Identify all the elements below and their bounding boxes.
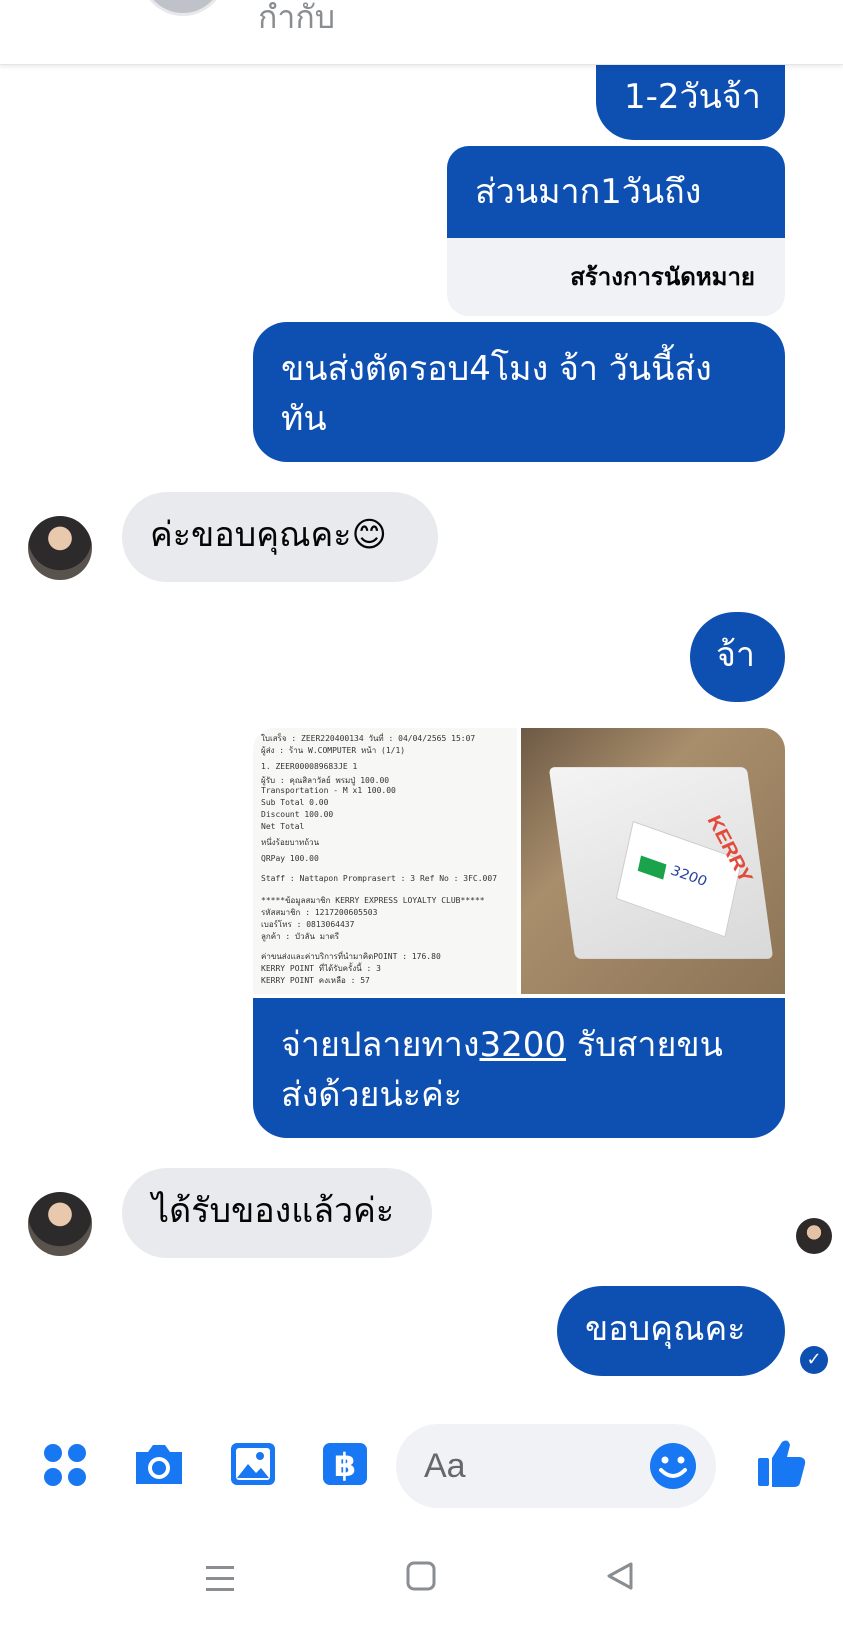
message-text-part: จ่ายปลายทาง — [281, 1025, 480, 1065]
message-text: ขนส่งตัดรอบ4โมง จ้า วันนี้ส่ง — [281, 349, 712, 389]
message-text-part: รับสายขน — [566, 1025, 723, 1065]
message-text: จ่ายปลายทาง3200 รับสายขน — [281, 1020, 757, 1070]
camera-icon[interactable] — [132, 1440, 186, 1488]
message-input-placeholder: Aa — [424, 1447, 466, 1485]
read-receipt-avatar — [796, 1218, 832, 1254]
payment-icon[interactable]: ฿ — [320, 1440, 370, 1488]
message-text: 1-2วันจ้า — [624, 77, 761, 117]
message-text: ส่งด้วยน่ะค่ะ — [281, 1075, 462, 1115]
gallery-icon[interactable] — [228, 1440, 278, 1488]
contact-avatar[interactable] — [28, 516, 92, 580]
message-card: ส่วนมาก1วันถึง สร้างการนัดหมาย — [447, 146, 785, 316]
create-appointment-button[interactable]: สร้างการนัดหมาย — [447, 238, 785, 316]
emoji-icon[interactable] — [648, 1441, 698, 1491]
message-outgoing[interactable]: ขนส่งตัดรอบ4โมง จ้า วันนี้ส่ง ทัน — [253, 322, 785, 462]
svg-text:฿: ฿ — [334, 1446, 356, 1484]
receipt-line: 1. ZEER000089683JE 1 — [261, 762, 358, 771]
receipt-line: QRPay 100.00 — [261, 854, 319, 863]
message-text: ขอบคุณคะ — [585, 1309, 746, 1349]
header-subtitle: กำกับ — [258, 0, 336, 36]
receipt-line: KERRY POINT คงเหลือ : 57 — [261, 976, 370, 985]
apps-grid-icon[interactable] — [40, 1440, 90, 1490]
parcel-box: 3200 KERRY — [548, 767, 774, 959]
receipt-line: Discount 100.00 — [261, 810, 334, 819]
sent-check-icon: ✓ — [800, 1346, 828, 1374]
message-outgoing[interactable]: ขอบคุณคะ — [557, 1286, 785, 1376]
message-text: จ้า — [716, 635, 756, 675]
recent-apps-icon[interactable] — [204, 1562, 236, 1594]
message-outgoing[interactable]: จ้า — [690, 612, 785, 702]
receipt-line: Sub Total 0.00 — [261, 798, 329, 807]
phone-number-link[interactable]: 3200 — [479, 1025, 566, 1065]
message-text: ค่ะขอบคุณคะ😊 — [150, 515, 387, 555]
message-text: ทัน — [281, 399, 327, 439]
contact-avatar[interactable] — [140, 0, 226, 16]
receipt-line: Net Total — [261, 822, 305, 831]
back-icon[interactable] — [604, 1560, 636, 1592]
receipt-photo[interactable]: ใบเสร็จ : ZEER220400134 วันที่ : 04/04/2… — [253, 728, 517, 994]
message-incoming[interactable]: ได้รับของแล้วค่ะ — [122, 1168, 432, 1258]
label-barcode-sticker — [637, 855, 667, 880]
receipt-line: ลูกค้า : บัวลัน มาตรี — [261, 932, 340, 941]
message-outgoing[interactable]: จ่ายปลายทาง3200 รับสายขน ส่งด้วยน่ะค่ะ — [253, 998, 785, 1138]
message-text: ได้รับของแล้วค่ะ — [152, 1191, 395, 1231]
handwritten-note: 3200 — [669, 862, 709, 891]
message-outgoing[interactable]: 1-2วันจ้า — [596, 64, 785, 140]
home-icon[interactable] — [405, 1560, 437, 1592]
parcel-photo[interactable]: 3200 KERRY — [521, 728, 785, 994]
contact-avatar[interactable] — [28, 1192, 92, 1256]
receipt-line: ผู้ส่ง : ร้าน W.COMPUTER หน้า (1/1) — [261, 746, 406, 755]
receipt-line: Transportation - M x1 100.00 — [261, 786, 396, 795]
conversation-header: กำกับ — [0, 0, 843, 65]
like-thumb-icon[interactable] — [756, 1436, 808, 1490]
receipt-line: Staff : Nattapon Promprasert : 3 Ref No … — [261, 874, 498, 883]
message-text: ส่วนมาก1วันถึง — [447, 146, 785, 238]
message-incoming[interactable]: ค่ะขอบคุณคะ😊 — [122, 492, 438, 582]
receipt-line: หนึ่งร้อยบาทถ้วน — [261, 838, 320, 847]
